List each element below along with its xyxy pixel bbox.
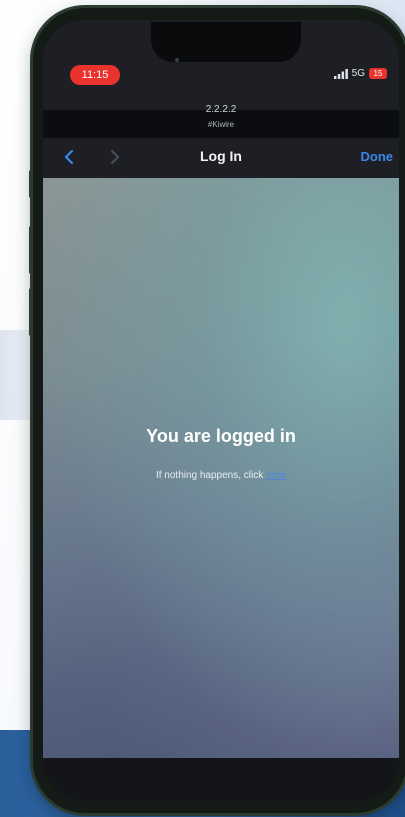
- page-title: Log In: [200, 148, 242, 164]
- dynamic-island: [151, 22, 301, 62]
- signal-icon: [333, 68, 348, 79]
- done-button[interactable]: Done: [361, 149, 394, 164]
- redirect-message: If nothing happens, click here: [43, 470, 399, 481]
- redirect-text: If nothing happens, click: [155, 470, 264, 481]
- volume-down-button: [29, 288, 33, 336]
- silent-switch: [29, 170, 33, 198]
- web-content: You are logged in If nothing happens, cl…: [43, 178, 399, 758]
- network-type: 5G: [351, 68, 365, 79]
- site-name: #Kiwire: [207, 120, 235, 129]
- logged-in-headline: You are logged in: [146, 426, 296, 446]
- here-link[interactable]: here: [266, 470, 286, 481]
- volume-up-button: [29, 226, 33, 274]
- camera-dot: [175, 58, 179, 62]
- bottom-toolbar: [43, 758, 399, 800]
- status-indicators: 5G 15: [333, 68, 387, 79]
- battery-icon: 15: [369, 68, 387, 79]
- phone-screen: 11:15 5G 15 2.2.2.2 #Kiwire Log In Done …: [43, 20, 399, 800]
- page-url: 2.2.2.2: [205, 104, 237, 115]
- status-time: 11:15: [70, 65, 120, 85]
